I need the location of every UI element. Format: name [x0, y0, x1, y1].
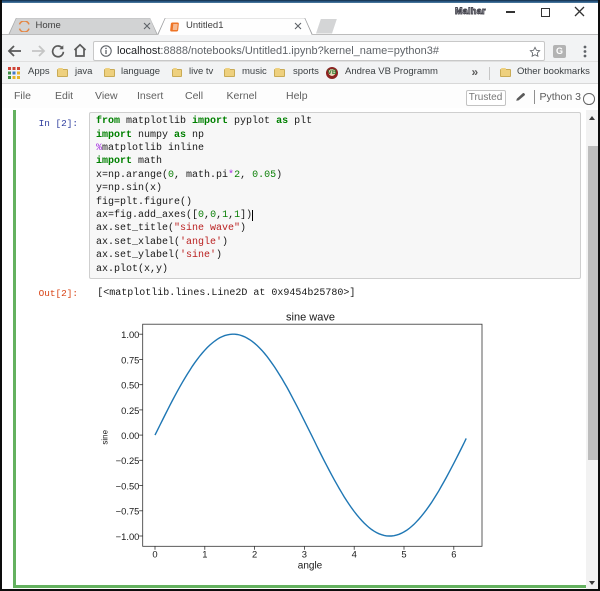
svg-text:0.50: 0.50: [121, 380, 139, 391]
svg-text:angle: angle: [298, 560, 323, 571]
svg-text:0.25: 0.25: [121, 405, 139, 416]
svg-text:0.00: 0.00: [121, 430, 139, 441]
svg-text:−0.75: −0.75: [116, 506, 140, 517]
svg-text:1.00: 1.00: [121, 329, 139, 340]
svg-text:2: 2: [252, 549, 257, 560]
svg-text:sine wave: sine wave: [286, 312, 335, 324]
svg-text:−0.50: −0.50: [116, 481, 140, 492]
svg-text:6: 6: [451, 549, 456, 560]
svg-text:0: 0: [152, 549, 157, 560]
svg-text:0.75: 0.75: [121, 354, 139, 365]
svg-text:4: 4: [352, 549, 357, 560]
svg-text:sine: sine: [101, 429, 110, 444]
svg-text:3: 3: [302, 549, 307, 560]
svg-text:5: 5: [401, 549, 406, 560]
svg-text:−1.00: −1.00: [116, 531, 140, 542]
svg-text:1: 1: [202, 549, 207, 560]
svg-text:−0.25: −0.25: [116, 455, 140, 466]
